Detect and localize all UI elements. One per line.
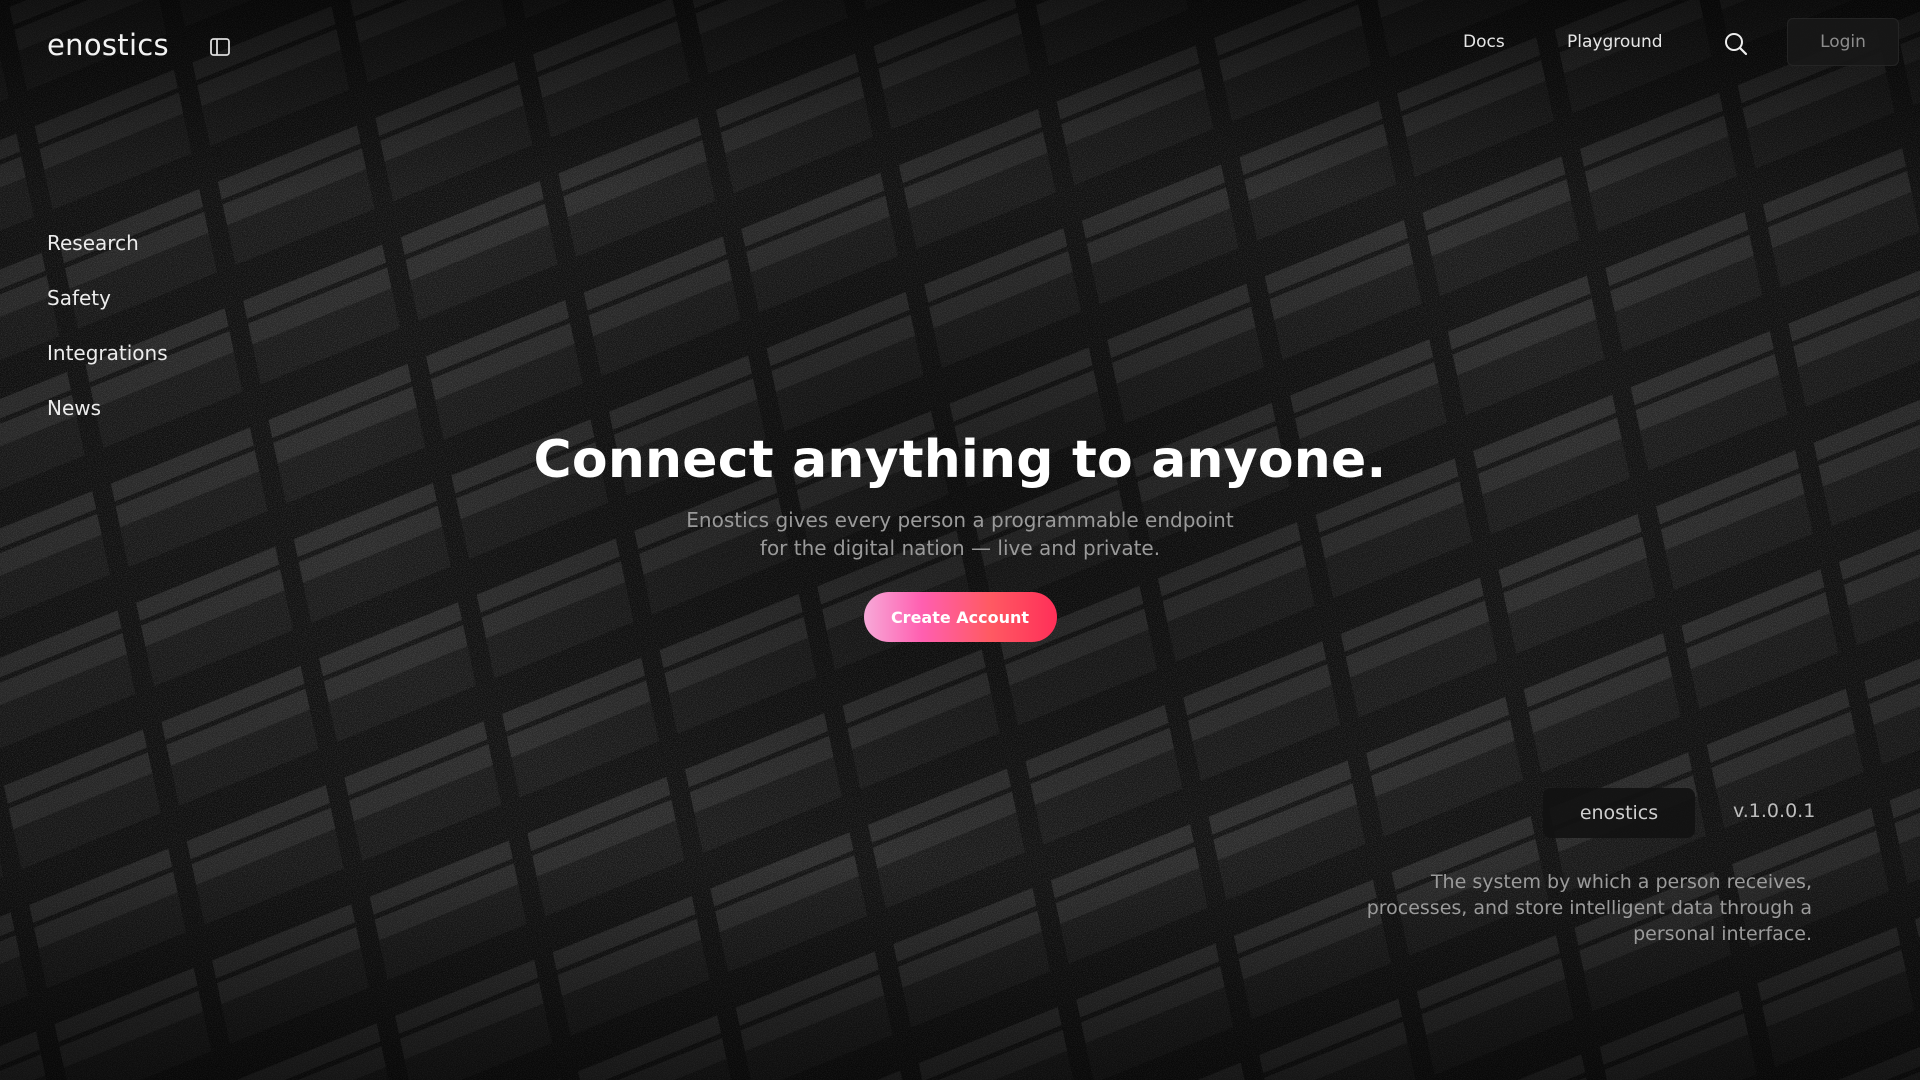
- login-button[interactable]: Login: [1787, 18, 1899, 66]
- site-logo[interactable]: enostics: [47, 28, 169, 62]
- nav-docs-link[interactable]: Docs: [1463, 32, 1505, 52]
- hero-title: Connect anything to anyone.: [533, 430, 1387, 490]
- hero-section: Connect anything to anyone. Enostics giv…: [0, 430, 1920, 642]
- landing-page: enostics Docs Playground Login Research …: [0, 0, 1920, 1080]
- sidebar-toggle-icon[interactable]: [208, 36, 232, 58]
- sidebar-item-integrations[interactable]: Integrations: [47, 338, 168, 393]
- side-navigation: Research Safety Integrations News: [47, 228, 168, 448]
- system-description: The system by which a person receives, p…: [1366, 871, 1812, 945]
- version-label: v.1.0.0.1: [1733, 800, 1816, 822]
- brand-badge: enostics: [1543, 788, 1695, 838]
- nav-playground-link[interactable]: Playground: [1567, 32, 1663, 52]
- hero-subtitle-line-2: for the digital nation — live and privat…: [759, 536, 1161, 560]
- sidebar-item-research[interactable]: Research: [47, 228, 168, 283]
- hero-subtitle-line-1: Enostics gives every person a programmab…: [686, 508, 1234, 532]
- create-account-button[interactable]: Create Account: [863, 592, 1057, 642]
- sidebar-item-safety[interactable]: Safety: [47, 283, 168, 338]
- hero-subtitle: Enostics gives every person a programmab…: [0, 506, 1920, 562]
- search-icon[interactable]: [1723, 31, 1749, 57]
